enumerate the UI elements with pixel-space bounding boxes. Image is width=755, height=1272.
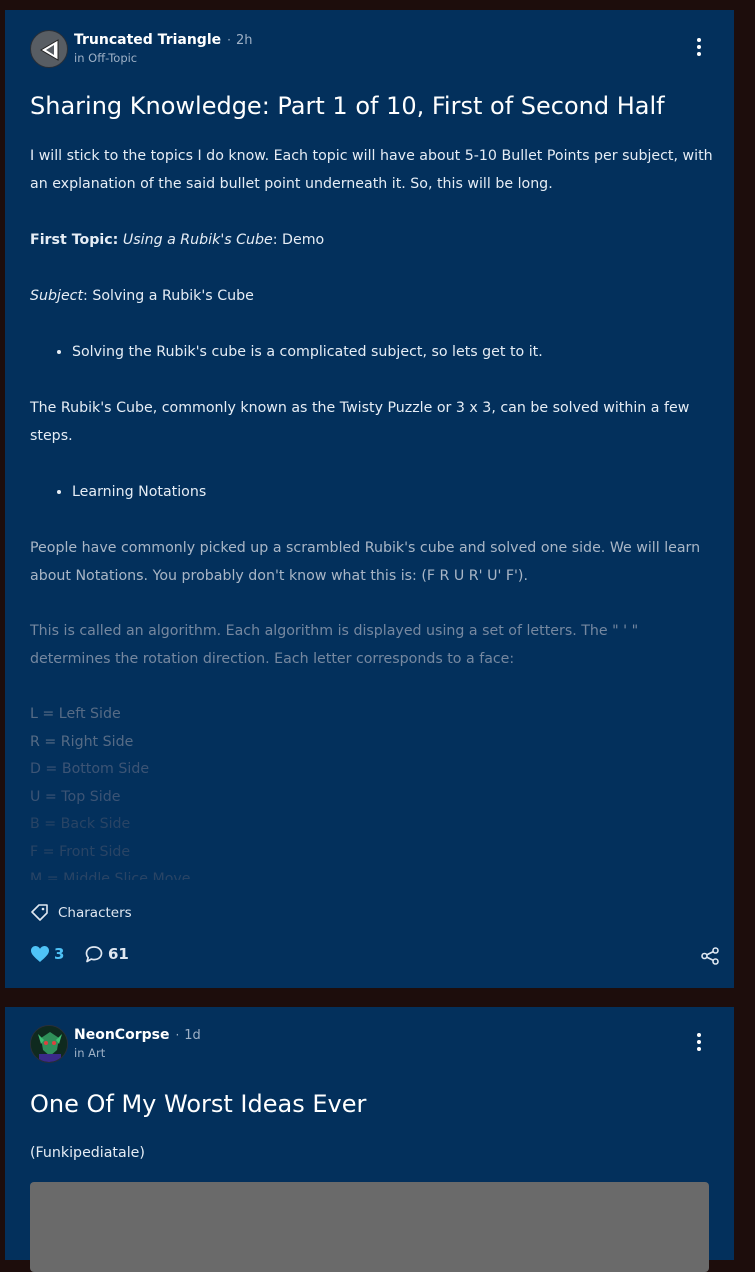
- post-title[interactable]: One Of My Worst Ideas Ever: [30, 1090, 720, 1118]
- more-vertical-icon[interactable]: [688, 1033, 710, 1055]
- bullet-list: Learning Notations: [30, 478, 720, 506]
- post-body[interactable]: I will stick to the topics I do know. Ea…: [30, 142, 720, 880]
- share-icon: [701, 947, 719, 965]
- bullet-item: Solving the Rubik's cube is a complicate…: [72, 338, 720, 366]
- post-time: 1d: [184, 1028, 201, 1043]
- post-card[interactable]: NeonCorpse · 1d in Art One Of My Worst Ide…: [5, 1007, 734, 1272]
- share-button[interactable]: [700, 946, 720, 970]
- separator-dot: ·: [227, 33, 231, 47]
- post-subtext: (Funkipediatale): [30, 1145, 145, 1161]
- more-vertical-icon[interactable]: [688, 38, 710, 60]
- author-name[interactable]: NeonCorpse: [74, 1027, 169, 1043]
- body-paragraph: This is called an algorithm. Each algori…: [30, 623, 639, 667]
- face-line: L = Left Side: [30, 706, 121, 722]
- post-footer: 3 61: [30, 945, 720, 969]
- tag-chip[interactable]: Characters: [30, 903, 132, 921]
- face-line: B = Back Side: [30, 816, 131, 832]
- author-line: NeonCorpse · 1d: [74, 1027, 201, 1043]
- author-avatar[interactable]: [30, 30, 68, 68]
- comment-icon: [85, 946, 103, 963]
- topic-rest: : Demo: [272, 232, 325, 248]
- author-name[interactable]: Truncated Triangle: [74, 32, 221, 48]
- separator-dot: ·: [175, 1028, 180, 1042]
- like-count: 3: [54, 945, 65, 963]
- author-line: Truncated Triangle · 2h: [74, 32, 252, 48]
- post-time: 2h: [235, 33, 253, 48]
- post-card[interactable]: Truncated Triangle · 2h in Off-Topic Shari…: [5, 10, 734, 988]
- subject-line: Subject: Solving a Rubik's Cube: [30, 282, 720, 310]
- body-paragraph: I will stick to the topics I do know. Ea…: [30, 148, 713, 192]
- topic-line: First Topic: Using a Rubik's Cube: Demo: [30, 226, 720, 254]
- body-paragraph: People have commonly picked up a scrambl…: [30, 540, 701, 584]
- post-header: Truncated Triangle · 2h in Off-Topic: [30, 30, 710, 68]
- like-button[interactable]: 3: [30, 945, 64, 963]
- face-line: U = Top Side: [30, 788, 121, 805]
- topic-italic: Using a Rubik's Cube: [122, 232, 273, 248]
- post-title[interactable]: Sharing Knowledge: Part 1 of 10, First o…: [30, 92, 720, 120]
- body-paragraph: The Rubik's Cube, commonly known as the …: [30, 400, 690, 444]
- post-image[interactable]: [30, 1182, 709, 1272]
- face-line: D = Bottom Side: [30, 761, 150, 777]
- topic-label: First Topic:: [30, 232, 119, 248]
- bullet-list: Solving the Rubik's cube is a complicate…: [30, 338, 720, 366]
- comment-count: 61: [108, 945, 129, 963]
- comment-button[interactable]: 61: [84, 945, 129, 963]
- subject-label: Subject: [30, 288, 84, 304]
- character-avatar-icon: [31, 1026, 67, 1062]
- bullet-item: Learning Notations: [72, 478, 720, 506]
- face-line: F = Front Side: [30, 843, 131, 860]
- tag-icon: [31, 904, 48, 921]
- community-link[interactable]: in Off-Topic: [74, 51, 137, 65]
- author-avatar[interactable]: [30, 1025, 68, 1063]
- community-link[interactable]: in Art: [74, 1046, 105, 1060]
- tag-label: Characters: [58, 905, 132, 921]
- face-line: M = Middle Slice Move: [30, 871, 191, 880]
- heart-icon: [31, 946, 49, 962]
- subject-rest: : Solving a Rubik's Cube: [83, 288, 254, 304]
- face-line: R = Right Side: [30, 733, 134, 750]
- triangle-avatar-icon: [40, 39, 59, 61]
- post-header: NeonCorpse · 1d in Art: [30, 1025, 710, 1063]
